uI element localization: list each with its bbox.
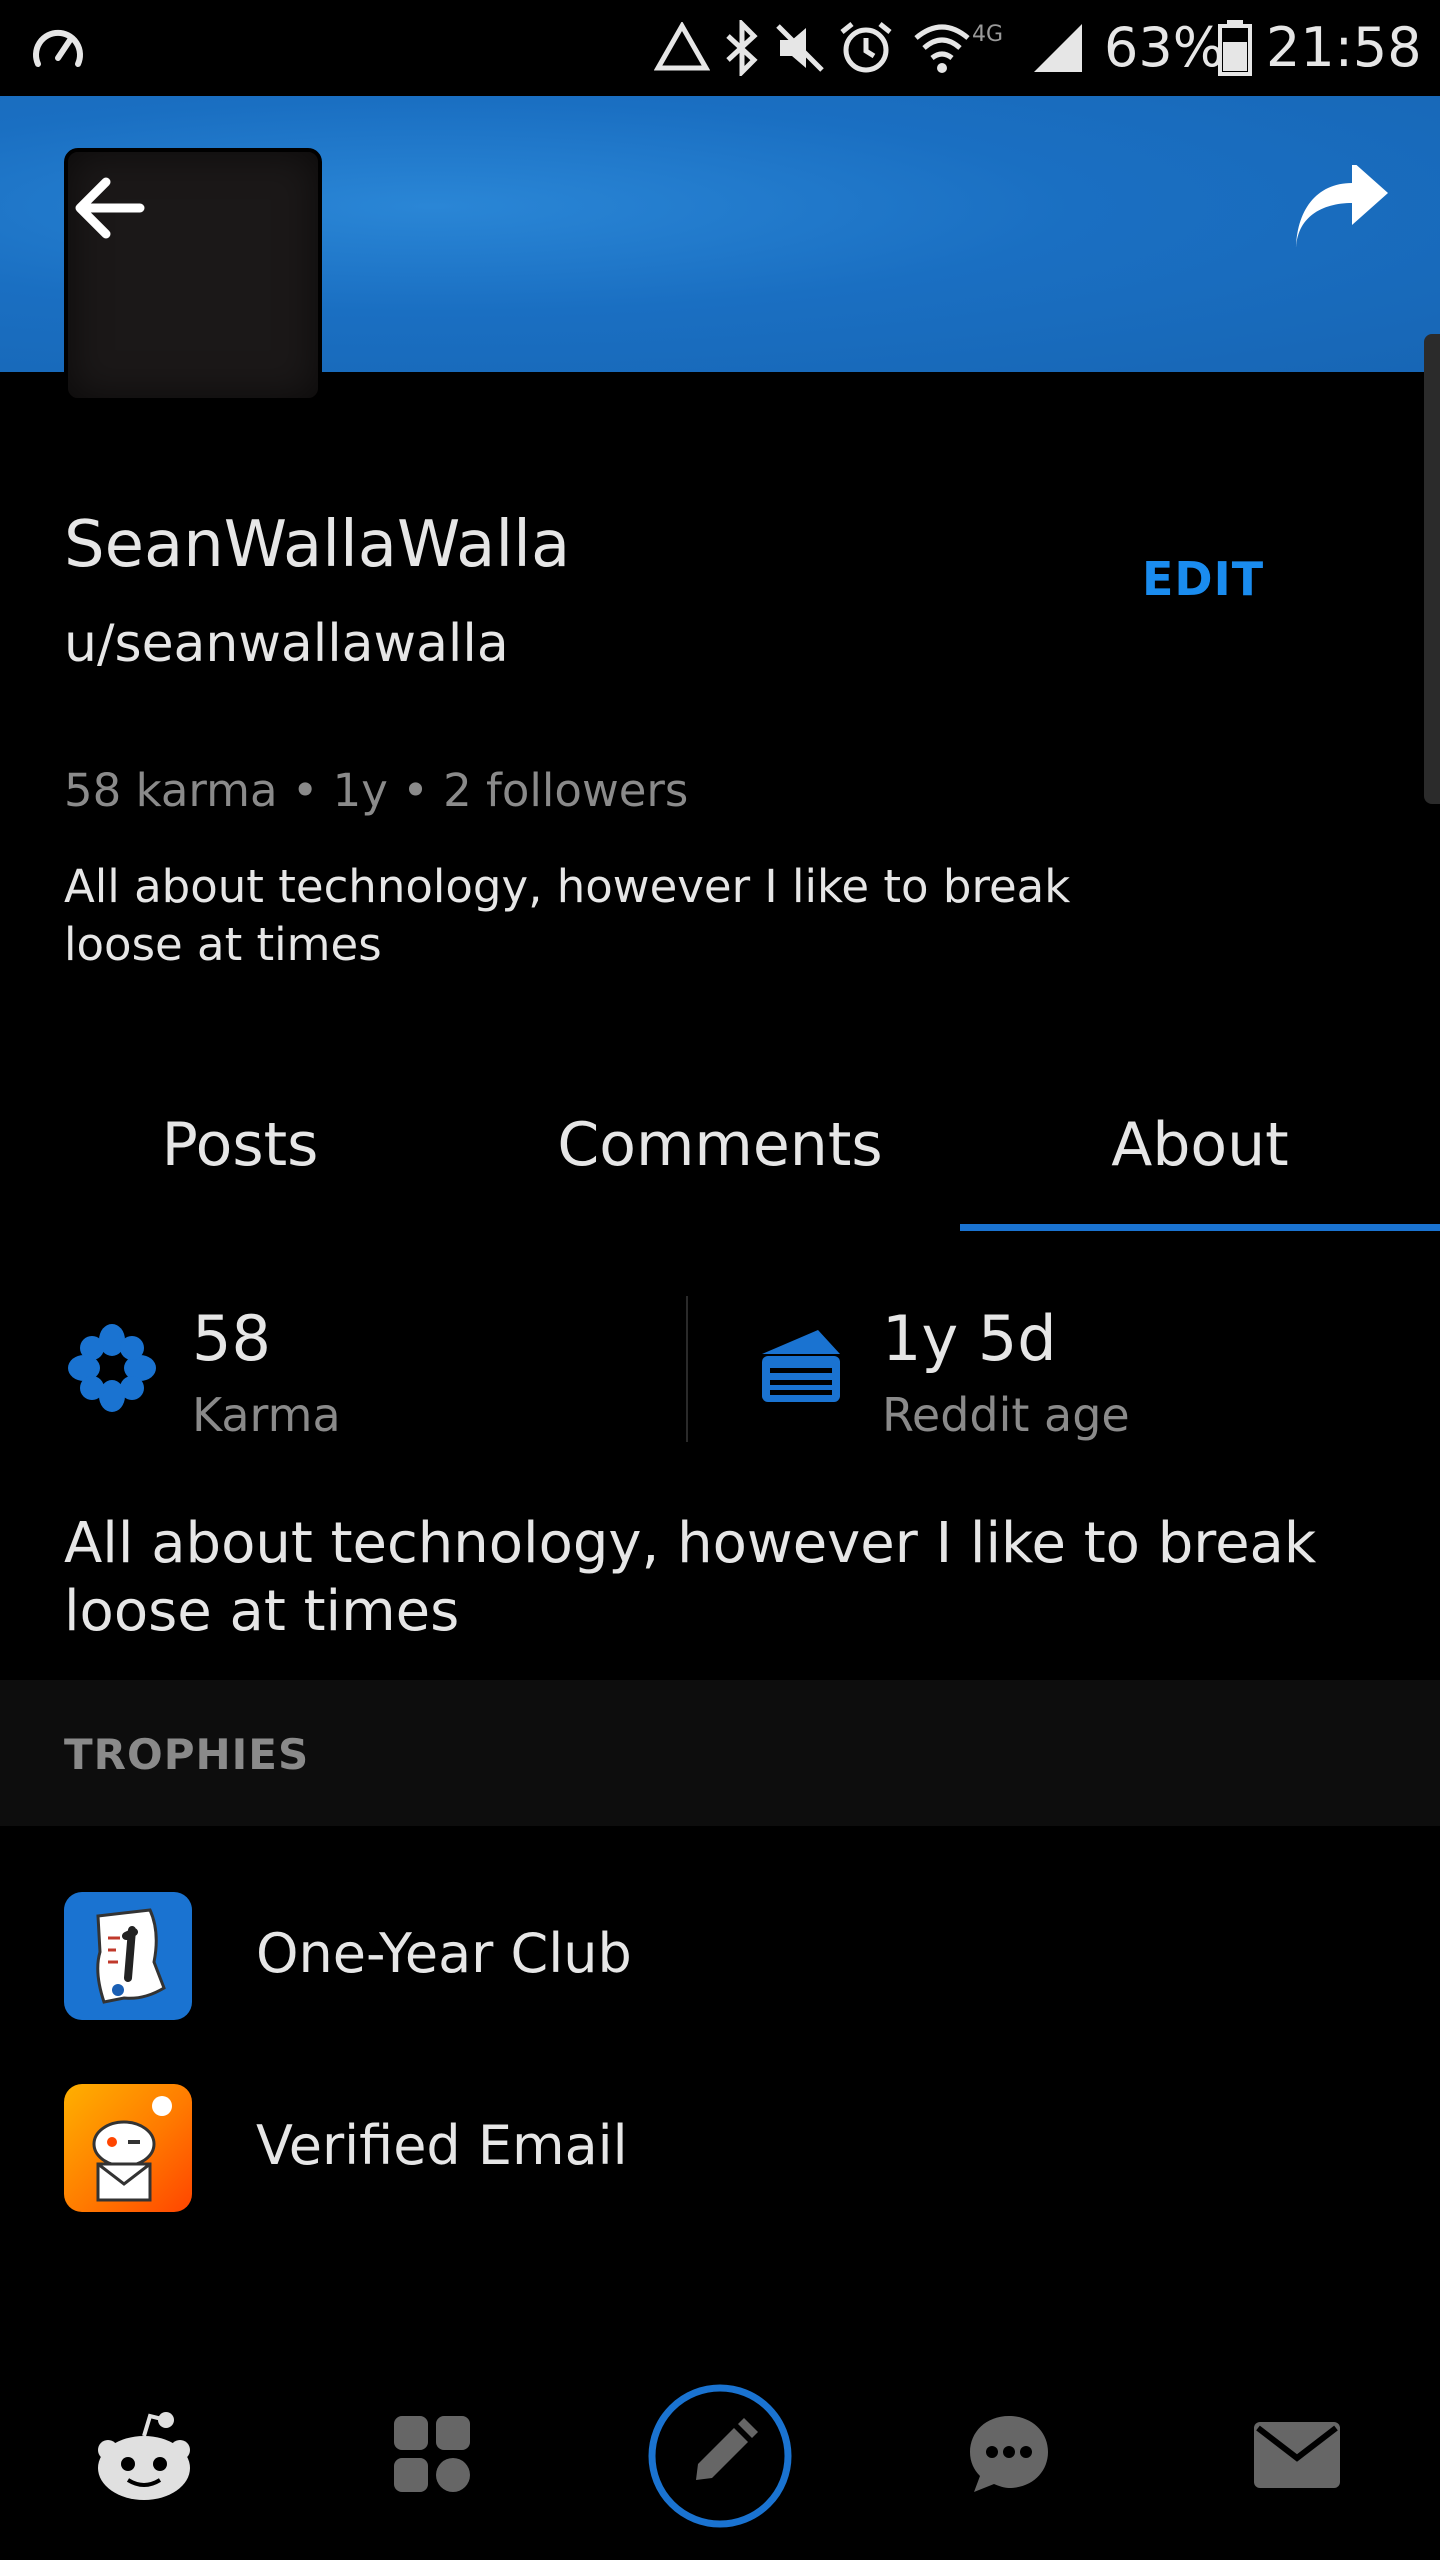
trophy-verified-email[interactable]: Verified Email	[256, 2114, 628, 2177]
display-name: SeanWallaWalla	[64, 508, 571, 582]
lte-icon: 4G	[972, 22, 1004, 47]
alarm-icon	[840, 22, 892, 73]
signal-icon	[1034, 24, 1082, 72]
mute-icon	[776, 24, 824, 72]
cake-icon	[762, 1330, 840, 1402]
karma-icon	[68, 1324, 156, 1412]
active-tab-indicator	[960, 1224, 1440, 1231]
tab-posts[interactable]: Posts	[80, 1110, 400, 1180]
about-bio: All about technology, however I like to …	[64, 1511, 1317, 1644]
reddit-age-value: 1y 5d	[882, 1302, 1057, 1375]
profile-bio: All about technology, however I like to …	[64, 860, 1071, 971]
communities-icon[interactable]	[392, 2414, 472, 2494]
create-post-button[interactable]	[646, 2382, 794, 2530]
reddit-age-label: Reddit age	[882, 1388, 1130, 1442]
profile-meta: 58 karma • 1y • 2 followers	[64, 764, 689, 817]
share-icon[interactable]	[1292, 165, 1392, 255]
one-year-club-icon	[64, 1892, 192, 2020]
status-bar: 4G 63% 21:58	[0, 0, 1440, 96]
karma-value: 58	[192, 1302, 271, 1375]
inbox-icon[interactable]	[1252, 2420, 1342, 2490]
recycle-icon	[654, 22, 710, 71]
battery-percent: 63%	[1104, 16, 1225, 79]
bluetooth-icon	[726, 20, 758, 76]
home-icon[interactable]	[94, 2410, 194, 2506]
tab-about[interactable]: About	[1000, 1110, 1400, 1180]
trophy-one-year-club[interactable]: One-Year Club	[256, 1922, 632, 1985]
battery-icon	[1218, 20, 1252, 76]
tab-comments[interactable]: Comments	[520, 1110, 920, 1180]
chat-icon[interactable]	[966, 2412, 1052, 2496]
stats-divider	[686, 1296, 688, 1442]
scrollbar[interactable]	[1424, 334, 1440, 804]
trophies-title: TROPHIES	[64, 1730, 310, 1779]
back-icon[interactable]	[70, 168, 150, 248]
clock: 21:58	[1266, 16, 1422, 79]
speedometer-icon	[33, 29, 83, 67]
edit-button[interactable]: EDIT	[1142, 552, 1264, 606]
karma-label: Karma	[192, 1388, 341, 1442]
verified-email-icon	[64, 2084, 192, 2212]
username: u/seanwallawalla	[64, 614, 509, 674]
wifi-icon	[914, 24, 970, 73]
